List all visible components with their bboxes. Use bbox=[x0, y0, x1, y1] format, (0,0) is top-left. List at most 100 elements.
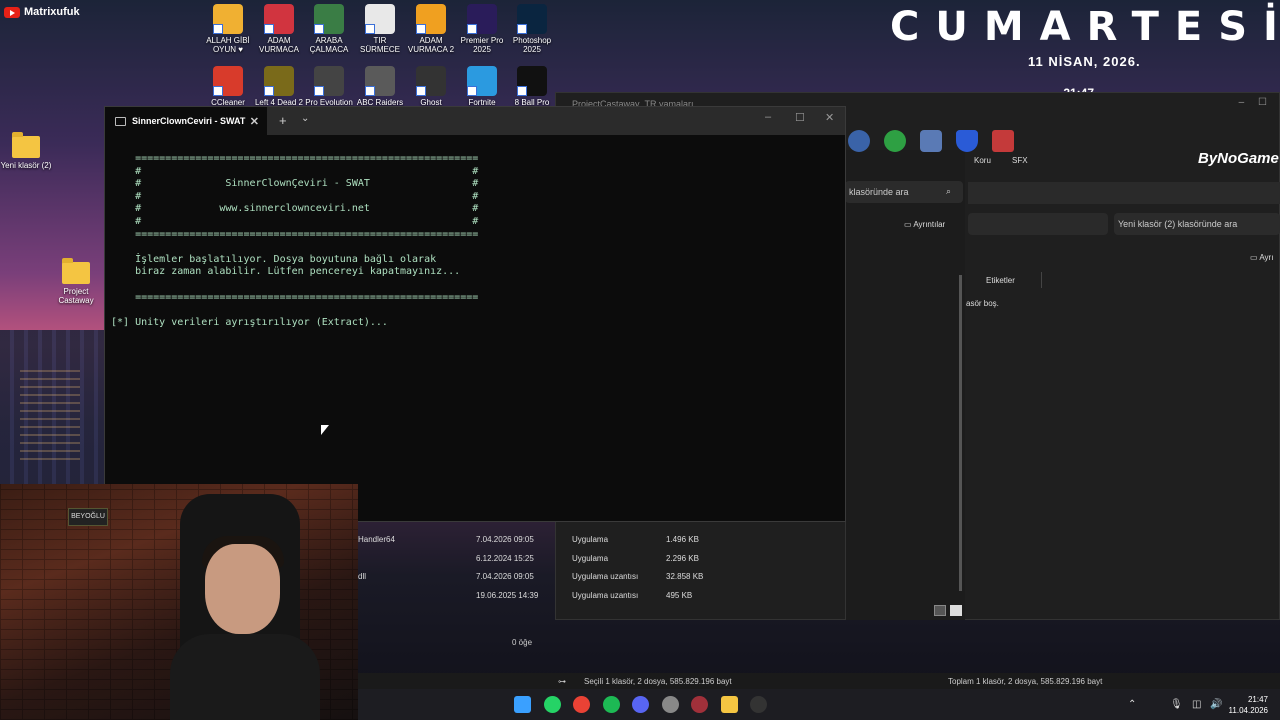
shield-icon[interactable] bbox=[956, 130, 978, 152]
terminal-line: # www.sinnerclownceviri.net # bbox=[111, 203, 479, 215]
desktop-icon[interactable]: ALLAH GİBİ OYUN ♥ bbox=[202, 4, 254, 54]
window-controls[interactable]: – ☐ bbox=[1239, 97, 1267, 108]
desktop-icon[interactable]: 8 Ball Pro bbox=[506, 66, 558, 107]
webcam-overlay: BEYOĞLU bbox=[0, 484, 358, 720]
table-row[interactable]: Handler64 7.04.2026 09:05 Uygulama 1.496 KB bbox=[358, 531, 699, 549]
desktop-icon[interactable]: Fortnite bbox=[456, 66, 508, 107]
winrar-icon[interactable] bbox=[691, 696, 708, 713]
system-clock[interactable]: 21:47 11.04.2026 bbox=[1229, 694, 1268, 716]
desktop-icon-label: ALLAH GİBİ OYUN ♥ bbox=[206, 36, 250, 54]
explorer-titlebar-2 bbox=[968, 182, 1280, 204]
terminal-icon[interactable] bbox=[750, 696, 767, 713]
list-icon[interactable] bbox=[920, 130, 942, 152]
details-label: Ayrıntılar bbox=[913, 220, 946, 229]
terminal-window[interactable]: SinnerClownCeviri - SWAT ✕ + ⌄ – ☐ ✕ ===… bbox=[104, 106, 846, 522]
start-icon[interactable] bbox=[514, 696, 531, 713]
minimize-button[interactable]: – bbox=[765, 111, 771, 123]
file-date: 6.12.2024 15:25 bbox=[476, 554, 534, 563]
table-row[interactable]: 6.12.2024 15:25 Uygulama 2.296 KB bbox=[358, 550, 699, 568]
maximize-button[interactable]: ☐ bbox=[795, 111, 805, 124]
empty-folder-text: asör boş. bbox=[966, 299, 999, 308]
search-placeholder: klasöründe ara bbox=[849, 187, 909, 197]
channel-tag: Matrixufuk bbox=[4, 6, 80, 18]
search-input-2[interactable]: Yeni klasör (2) klasöründe ara bbox=[1114, 213, 1280, 235]
desktop-icon-label: Project Castaway bbox=[58, 287, 94, 305]
person-body bbox=[170, 634, 320, 720]
app-icon bbox=[517, 66, 547, 96]
winrar-sfx-icon[interactable] bbox=[992, 130, 1014, 152]
volume-icon[interactable]: 🔊 bbox=[1210, 699, 1222, 710]
scan-icon[interactable] bbox=[884, 130, 906, 152]
desktop-icon[interactable]: ADAM VURMACA 2 bbox=[405, 4, 457, 54]
table-row[interactable]: dll 7.04.2026 09:05 Uygulama uzantısı 32.85… bbox=[358, 568, 703, 586]
app-icon bbox=[314, 4, 344, 34]
youtube-icon bbox=[4, 6, 20, 18]
desktop-icon[interactable]: Ghost bbox=[405, 66, 457, 107]
terminal-line: # SinnerClownÇeviri - SWAT # bbox=[111, 178, 479, 190]
sfx-label: SFX bbox=[1012, 156, 1028, 165]
terminal-output[interactable]: ========================================… bbox=[105, 135, 845, 329]
file-size: 2.296 KB bbox=[666, 554, 699, 563]
microphone-icon[interactable]: 🎙 bbox=[1170, 699, 1183, 710]
folder-icon bbox=[62, 258, 90, 284]
terminal-line: biraz zaman alabilir. Lütfen pencereyi k… bbox=[111, 266, 461, 278]
info-icon[interactable] bbox=[848, 130, 870, 152]
desktop-icon[interactable]: Pro Evolution bbox=[303, 66, 355, 107]
desktop-icon[interactable]: ABC Raiders bbox=[354, 66, 406, 107]
desktop-icon[interactable]: TIR SÜRMECE bbox=[354, 4, 406, 54]
new-tab-button[interactable]: + bbox=[279, 113, 287, 128]
chevron-up-icon[interactable]: ⌃ bbox=[1128, 699, 1136, 710]
discord-icon[interactable] bbox=[632, 696, 649, 713]
scrollbar[interactable] bbox=[959, 275, 962, 591]
search-icon: ⌕ bbox=[945, 186, 951, 196]
desktop-icon[interactable]: ARABA ÇALMACA bbox=[303, 4, 355, 54]
terminal-line: İşlemler başlatılıyor. Dosya boyutuna ba… bbox=[111, 253, 437, 265]
close-button[interactable]: ✕ bbox=[825, 111, 834, 124]
address-bar[interactable] bbox=[968, 213, 1108, 235]
chevron-down-icon[interactable]: ⌄ bbox=[301, 113, 309, 124]
desktop-icon[interactable]: Premier Pro 2025 bbox=[456, 4, 508, 54]
spotify-icon[interactable] bbox=[602, 696, 620, 713]
person-face bbox=[205, 544, 280, 634]
app-icon bbox=[416, 4, 446, 34]
explorer-toolbar bbox=[848, 130, 1014, 152]
details-label: Ayrı bbox=[1259, 253, 1274, 262]
status-right: Toplam 1 klasör, 2 dosya, 585.829.196 ba… bbox=[948, 677, 1103, 686]
desktop-icon[interactable]: Left 4 Dead 2 bbox=[253, 66, 305, 107]
app-icon bbox=[365, 66, 395, 96]
whatsapp-icon[interactable] bbox=[543, 696, 561, 713]
desktop-icon[interactable]: CCleaner bbox=[202, 66, 254, 107]
status-left: Seçili 1 klasör, 2 dosya, 585.829.196 ba… bbox=[584, 677, 732, 686]
city-lights bbox=[20, 370, 80, 460]
app-icon bbox=[314, 66, 344, 96]
desktop-icon[interactable]: Photoshop 2025 bbox=[506, 4, 558, 54]
table-row[interactable]: 19.06.2025 14:39 Uygulama uzantısı 495 KB bbox=[358, 587, 698, 605]
explorer-icon[interactable] bbox=[720, 696, 738, 713]
desktop-icon[interactable]: ADAM VURMACA bbox=[253, 4, 305, 54]
details-button[interactable]: ▭ Ayrıntılar bbox=[904, 220, 945, 229]
details-button-2[interactable]: ▭ Ayrı bbox=[1250, 253, 1273, 262]
view-details-icon[interactable] bbox=[934, 605, 946, 616]
app-icon bbox=[365, 4, 395, 34]
app-icon bbox=[213, 66, 243, 96]
desktop-icon-new-folder[interactable]: Yeni klasör (2) bbox=[0, 132, 52, 170]
close-tab-icon[interactable]: ✕ bbox=[250, 115, 259, 128]
column-header-tags[interactable]: Etiketler bbox=[982, 272, 1042, 288]
item-count: 0 öğe bbox=[512, 638, 533, 647]
file-size: 1.496 KB bbox=[666, 535, 699, 544]
terminal-line: [*] Unity verileri ayrıştırılıyor (Extra… bbox=[111, 316, 388, 328]
koru-label: Koru bbox=[974, 156, 991, 165]
obs-icon[interactable] bbox=[661, 696, 679, 713]
file-name: dll bbox=[358, 572, 367, 581]
terminal-tab[interactable]: SinnerClownCeviri - SWAT ✕ bbox=[105, 107, 267, 135]
file-size: 32.858 KB bbox=[666, 572, 704, 581]
network-icon[interactable]: ◫ bbox=[1192, 699, 1201, 710]
brand-logo: ByNoGame bbox=[1198, 150, 1279, 167]
desktop-icon-project-castaway[interactable]: Project Castaway bbox=[50, 258, 102, 305]
clock-time: 21:47 bbox=[1247, 695, 1268, 704]
status-bar: ⊶ Seçili 1 klasör, 2 dosya, 585.829.196 … bbox=[358, 673, 1280, 689]
view-tiles-icon[interactable] bbox=[950, 605, 962, 616]
search-input[interactable]: klasöründe ara ⌕ bbox=[845, 181, 963, 203]
chrome-icon[interactable] bbox=[573, 696, 590, 713]
